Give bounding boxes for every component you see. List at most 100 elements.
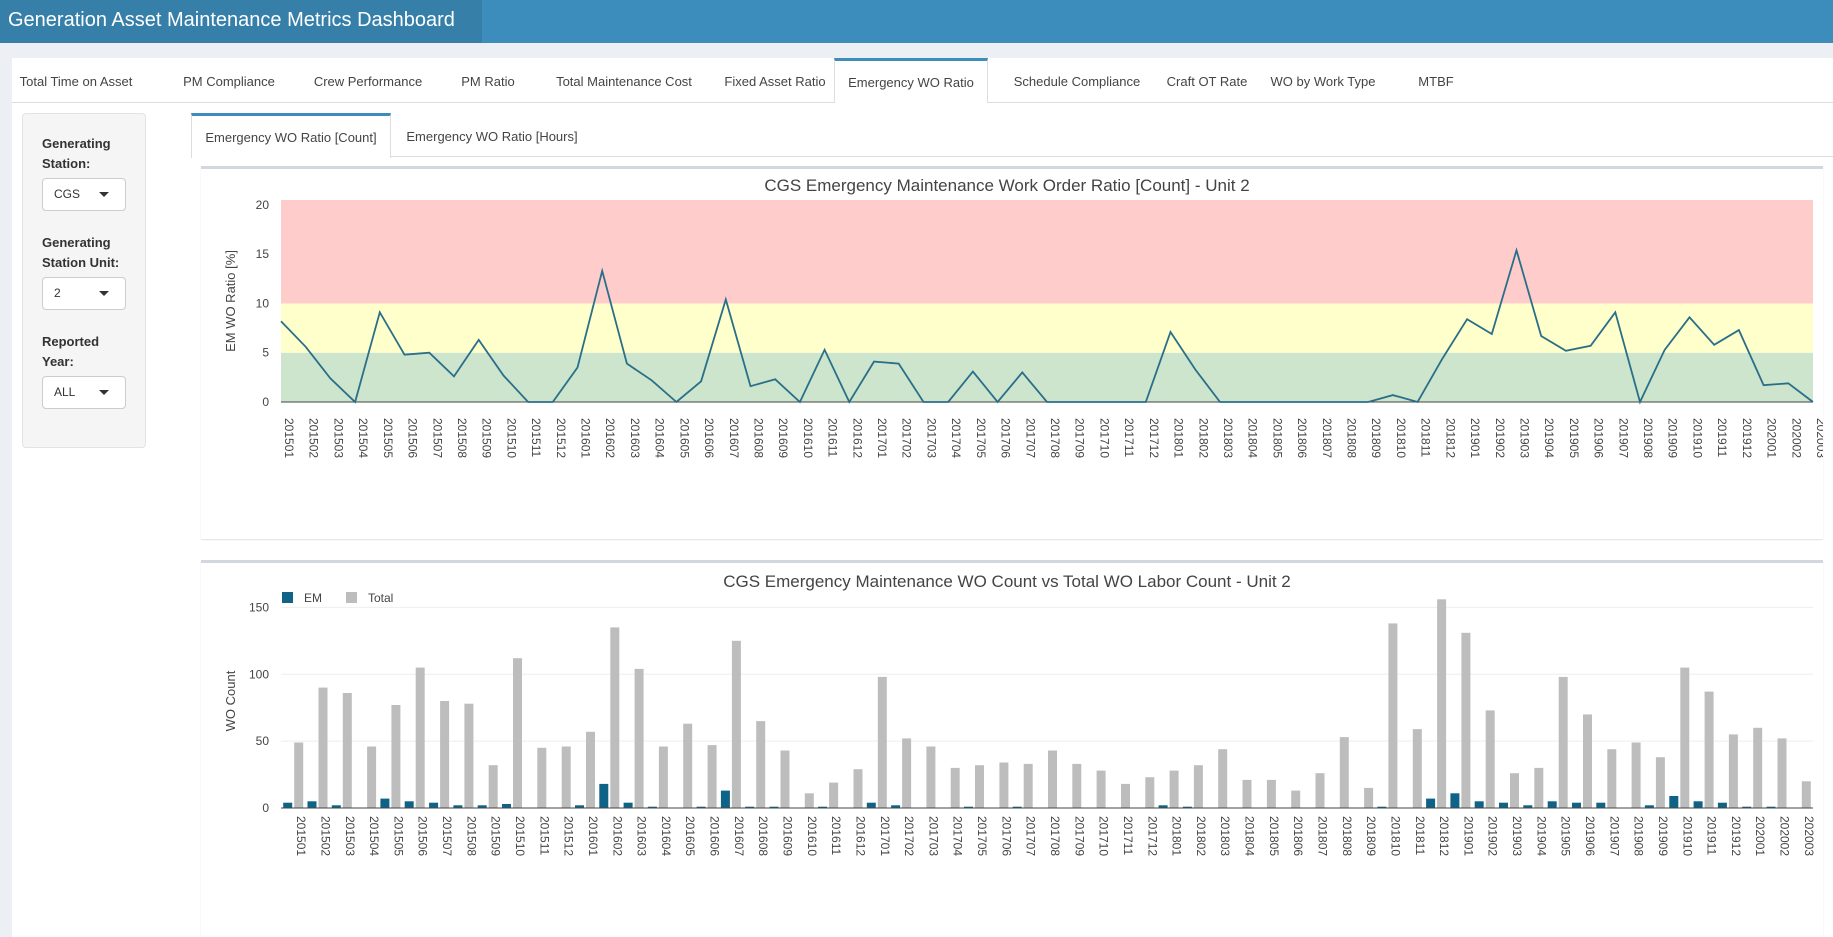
x-tick-label: 201806 <box>1291 816 1305 856</box>
x-tick-label: 201810 <box>1394 418 1408 458</box>
x-tick-label: 201810 <box>1388 816 1402 856</box>
bar-total <box>1631 742 1641 808</box>
x-tick-label: 201707 <box>1023 418 1037 458</box>
bar-total <box>999 762 1009 808</box>
x-tick-label: 201602 <box>610 816 624 856</box>
x-tick-label: 201908 <box>1632 816 1646 856</box>
x-tick-label: 201706 <box>999 418 1013 458</box>
bar-em <box>866 802 876 808</box>
x-tick-label: 201601 <box>586 816 600 856</box>
bar-total <box>1437 599 1447 808</box>
x-tick-label: 201511 <box>529 418 543 457</box>
x-tick-label: 201608 <box>756 816 770 856</box>
bar-total <box>342 693 352 808</box>
bar-total <box>877 676 887 808</box>
bar-total <box>1291 790 1301 808</box>
x-tick-label: 201501 <box>282 418 296 458</box>
year-label: Reported Year: <box>42 334 100 369</box>
tab-mtbf[interactable]: MTBF <box>1412 58 1460 103</box>
bar-total <box>464 703 474 808</box>
x-tick-label: 201906 <box>1583 816 1597 856</box>
x-tick-label: 201907 <box>1616 418 1630 458</box>
x-tick-label: 201512 <box>554 418 568 458</box>
subtab-emergency-wo-ratio-count[interactable]: Emergency WO Ratio [Count] <box>191 113 391 158</box>
x-tick-label: 201711 <box>1122 418 1136 457</box>
bar-em <box>283 802 293 808</box>
bar-em <box>1547 801 1557 808</box>
tab-craft-ot-rate[interactable]: Craft OT Rate <box>1159 58 1255 103</box>
y-tick-label: 20 <box>256 198 270 212</box>
x-tick-label: 201908 <box>1641 418 1655 458</box>
x-tick-label: 201912 <box>1729 816 1743 856</box>
x-tick-label: 201712 <box>1147 418 1161 458</box>
x-tick-label: 201802 <box>1194 816 1208 856</box>
x-tick-label: 201603 <box>628 418 642 458</box>
x-tick-label: 201605 <box>683 816 697 856</box>
x-tick-label: 201903 <box>1517 418 1531 458</box>
tab-schedule-compliance[interactable]: Schedule Compliance <box>1002 58 1152 103</box>
tab-total-time-on-asset[interactable]: Total Time on Asset <box>12 58 140 103</box>
y-tick-label: 100 <box>249 667 269 681</box>
station-select[interactable]: CGS <box>42 178 126 211</box>
x-tick-label: 201712 <box>1145 816 1159 856</box>
unit-select[interactable]: 2 <box>42 277 126 310</box>
bar-total <box>1315 773 1325 808</box>
tab-fixed-asset-ratio[interactable]: Fixed Asset Ratio <box>716 58 834 103</box>
x-tick-label: 201501 <box>294 816 308 856</box>
bar-total <box>926 746 936 808</box>
x-tick-label: 202003 <box>1814 418 1823 458</box>
tab-emergency-wo-ratio[interactable]: Emergency WO Ratio <box>834 58 988 104</box>
x-tick-label: 201911 <box>1705 816 1719 855</box>
y-tick-label: 0 <box>262 801 269 815</box>
x-tick-label: 201504 <box>367 816 381 856</box>
tab-pm-ratio[interactable]: PM Ratio <box>444 58 532 103</box>
x-tick-label: 201707 <box>1024 816 1038 856</box>
x-tick-label: 201711 <box>1121 816 1135 855</box>
bar-total <box>294 742 304 808</box>
x-tick-label: 201904 <box>1534 816 1548 856</box>
bar-total <box>1218 749 1228 808</box>
x-tick-label: 201504 <box>356 418 370 458</box>
tab-wo-by-work-type[interactable]: WO by Work Type <box>1262 58 1384 103</box>
bar-total <box>829 782 839 808</box>
x-tick-label: 201902 <box>1493 418 1507 458</box>
bar-em <box>1693 801 1703 808</box>
tab-total-maintenance-cost[interactable]: Total Maintenance Cost <box>539 58 709 103</box>
x-tick-label: 201703 <box>926 816 940 856</box>
x-tick-label: 201912 <box>1740 418 1754 458</box>
x-tick-label: 201510 <box>504 418 518 458</box>
x-tick-label: 201702 <box>900 418 914 458</box>
x-tick-label: 201804 <box>1246 418 1260 458</box>
bar-total <box>1193 765 1203 808</box>
ratio-chart-panel: CGS Emergency Maintenance Work Order Rat… <box>201 166 1823 539</box>
bar-total <box>1266 779 1276 808</box>
x-tick-label: 202001 <box>1765 418 1779 458</box>
bar-total <box>1388 623 1398 808</box>
bar-em <box>429 802 439 808</box>
bar-total <box>1169 770 1179 808</box>
tab-crew-performance[interactable]: Crew Performance <box>300 58 436 103</box>
main-area: Emergency WO Ratio [Count] Emergency WO … <box>191 113 1833 937</box>
bar-total <box>610 627 620 808</box>
x-tick-label: 201604 <box>659 816 673 856</box>
tab-pm-compliance[interactable]: PM Compliance <box>165 58 293 103</box>
ratio-line-chart: CGS Emergency Maintenance Work Order Rat… <box>223 176 1823 458</box>
legend-label-em: EM <box>304 591 322 605</box>
bar-total <box>950 767 960 808</box>
x-tick-label: 201904 <box>1542 418 1556 458</box>
bar-total <box>1096 770 1106 808</box>
y-axis-title: WO Count <box>223 670 238 731</box>
x-tick-label: 201906 <box>1592 418 1606 458</box>
bar-total <box>586 731 595 808</box>
bar-total <box>658 746 668 808</box>
x-tick-label: 201807 <box>1315 816 1329 856</box>
subtab-emergency-wo-ratio-hours[interactable]: Emergency WO Ratio [Hours] <box>397 113 587 157</box>
chevron-down-icon <box>99 390 109 395</box>
bar-total <box>731 640 741 808</box>
y-tick-label: 10 <box>256 296 270 310</box>
year-select[interactable]: ALL <box>42 376 126 409</box>
station-label: Generating Station: <box>42 136 111 171</box>
x-tick-label: 201701 <box>878 816 892 856</box>
chevron-down-icon <box>99 291 109 296</box>
threshold-band-1 <box>281 303 1813 353</box>
